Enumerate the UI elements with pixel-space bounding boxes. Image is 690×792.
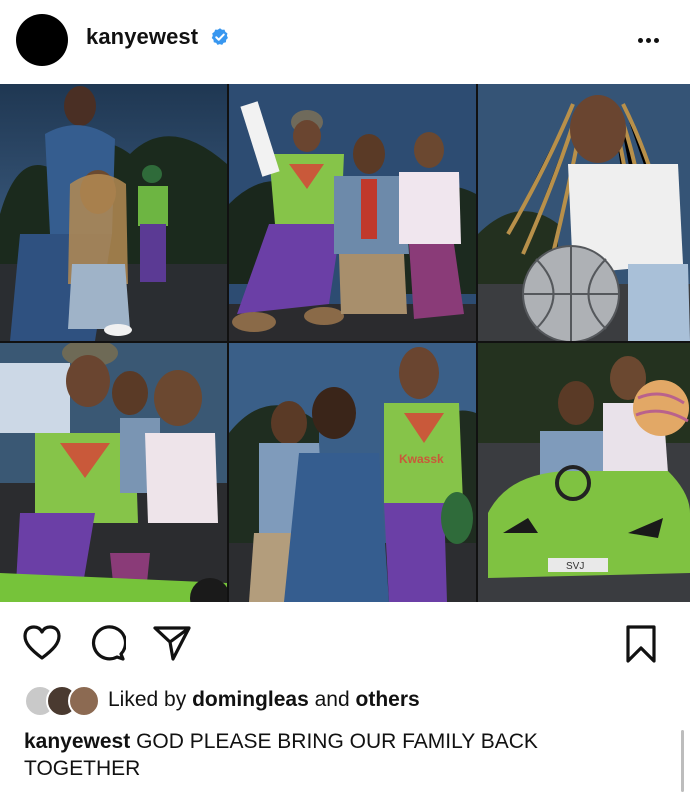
photo-girl-with-basketball bbox=[478, 84, 690, 341]
liker-avatars bbox=[24, 684, 100, 717]
likes-row[interactable]: Liked by domingleas and others bbox=[0, 684, 690, 718]
comment-icon[interactable] bbox=[88, 624, 126, 662]
liker-username[interactable]: domingleas bbox=[192, 688, 309, 711]
heart-icon[interactable] bbox=[22, 624, 62, 662]
avatar[interactable] bbox=[16, 14, 68, 66]
car-plate: SVJ bbox=[566, 561, 584, 572]
photo-children-in-toy-car: SVJ bbox=[478, 343, 690, 602]
send-icon[interactable] bbox=[152, 624, 192, 662]
post-caption: kanyewest GOD PLEASE BRING OUR FAMILY BA… bbox=[24, 728, 624, 782]
avatar bbox=[68, 685, 100, 717]
verified-badge-icon bbox=[211, 28, 228, 45]
bookmark-icon[interactable] bbox=[624, 624, 658, 664]
scrollbar[interactable] bbox=[681, 730, 684, 792]
likes-others[interactable]: others bbox=[356, 688, 420, 711]
action-bar bbox=[0, 618, 690, 668]
photo-mother-with-children bbox=[0, 84, 227, 341]
photo-three-children-sitting bbox=[229, 84, 476, 341]
likes-prefix: Liked by bbox=[108, 688, 187, 711]
post-photo[interactable]: Kwassk SVJ bbox=[0, 84, 690, 602]
photo-mother-kissing-child: Kwassk bbox=[229, 343, 476, 602]
post-username[interactable]: kanyewest bbox=[86, 24, 198, 50]
caption-username[interactable]: kanyewest bbox=[24, 730, 130, 753]
likes-joiner: and bbox=[314, 688, 350, 711]
post-header: kanyewest bbox=[0, 0, 690, 82]
more-horizontal-icon[interactable] bbox=[638, 30, 668, 44]
photo-children-on-toy-quad bbox=[0, 343, 227, 602]
likes-text: Liked by domingleas and others bbox=[108, 688, 420, 712]
shirt-text: Kwassk bbox=[399, 452, 444, 466]
